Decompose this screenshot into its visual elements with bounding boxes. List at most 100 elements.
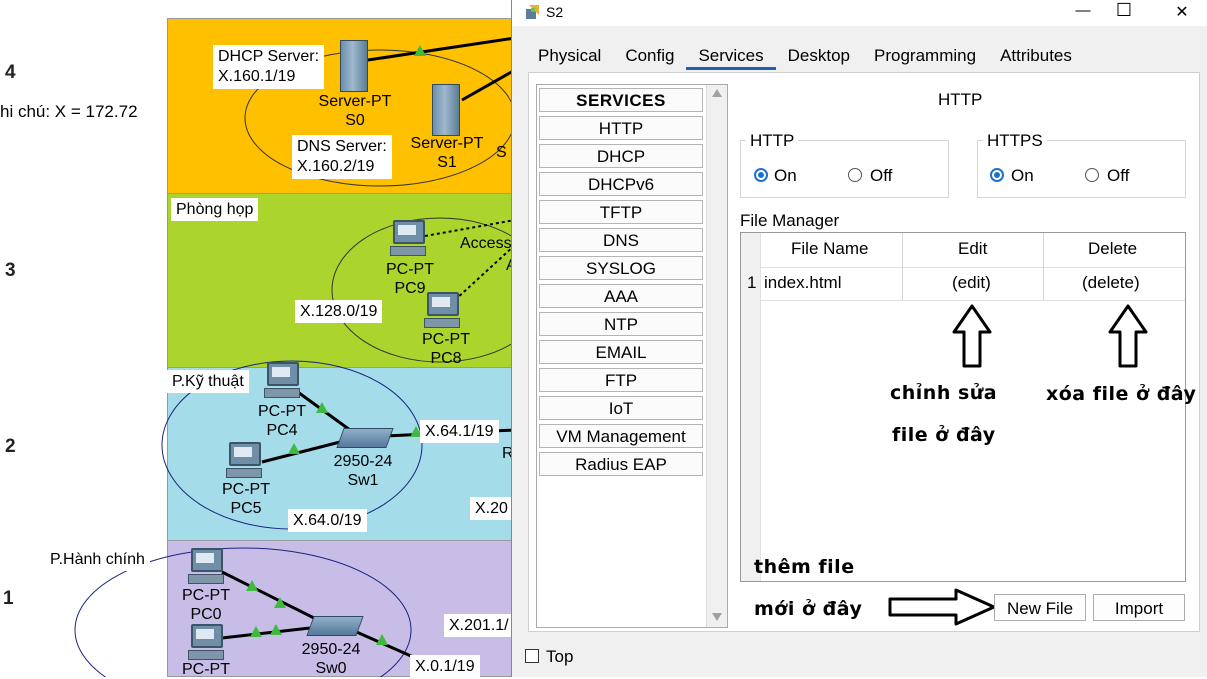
service-ntp[interactable]: NTP — [539, 312, 703, 336]
file-name-cell[interactable]: index.html — [764, 273, 841, 293]
link-status-icon — [414, 45, 426, 56]
service-ftp[interactable]: FTP — [539, 368, 703, 392]
tab-programming[interactable]: Programming — [862, 40, 988, 70]
scroll-up-icon[interactable] — [712, 89, 722, 97]
file-manager-table: File Name Edit Delete 1 index.html (edit… — [740, 232, 1186, 582]
service-iot[interactable]: IoT — [539, 396, 703, 420]
link-status-icon — [376, 634, 388, 645]
up-arrow-icon — [952, 304, 992, 368]
service-syslog[interactable]: SYSLOG — [539, 256, 703, 280]
service-dns[interactable]: DNS — [539, 228, 703, 252]
server-s1-icon[interactable] — [432, 84, 460, 136]
dhcp-server-label: DHCP Server: X.160.1/19 — [213, 45, 325, 89]
tab-config[interactable]: Config — [613, 40, 686, 70]
switch-sw1-icon[interactable] — [336, 428, 394, 448]
network-20-partial-label: X.20 — [470, 497, 513, 520]
link-status-icon — [270, 624, 282, 635]
top-checkbox[interactable] — [525, 649, 539, 663]
https-off-radio[interactable] — [1085, 168, 1099, 182]
https-off-label: Off — [1107, 166, 1130, 185]
up-arrow-icon — [1108, 304, 1148, 368]
service-radius-eap[interactable]: Radius EAP — [539, 452, 703, 476]
title-bar[interactable]: S2 — ☐ ✕ — [512, 0, 1207, 26]
column-header-delete: Delete — [1088, 239, 1138, 258]
link-status-icon — [246, 580, 258, 591]
services-scrollbar[interactable] — [706, 85, 727, 627]
http-off-radio[interactable] — [848, 168, 862, 182]
network-64-label: X.64.0/19 — [288, 509, 367, 532]
annotation-new-line2: mới ở đây — [754, 598, 863, 620]
window-title: S2 — [546, 4, 564, 20]
server-s2-partial-label: S — [496, 144, 507, 161]
maximize-button[interactable]: ☐ — [1109, 0, 1139, 21]
server-s1-label: Server-PT S1 — [410, 135, 484, 171]
pc5-icon[interactable] — [226, 442, 262, 482]
service-dhcp[interactable]: DHCP — [539, 144, 703, 168]
switch-sw0-icon[interactable] — [306, 616, 364, 636]
service-aaa[interactable]: AAA — [539, 284, 703, 308]
annotation-edit-line1: chỉnh sửa — [890, 382, 998, 404]
switch-sw0-label: 2950-24 Sw0 — [301, 641, 361, 677]
pc4-icon[interactable] — [264, 362, 300, 402]
link-status-icon — [288, 443, 300, 454]
http-group-label: HTTP — [746, 131, 799, 151]
room-meeting-label: Phòng họp — [171, 198, 259, 221]
access-point-partial-label: Access — [460, 235, 512, 252]
service-http[interactable]: HTTP — [539, 116, 703, 140]
pc-partial-label: PC-PT — [182, 661, 230, 678]
service-email[interactable]: EMAIL — [539, 340, 703, 364]
pc8-icon[interactable] — [424, 292, 460, 332]
link-status-icon — [316, 402, 328, 413]
https-group-label: HTTPS — [983, 131, 1047, 151]
tab-attributes[interactable]: Attributes — [988, 40, 1084, 70]
right-arrow-icon — [888, 588, 996, 626]
service-dhcpv6[interactable]: DHCPv6 — [539, 172, 703, 196]
server-s0-label: Server-PT S0 — [318, 93, 392, 129]
delete-file-link[interactable]: (delete) — [1082, 273, 1140, 293]
top-checkbox-label: Top — [546, 647, 574, 666]
app-icon — [526, 5, 539, 19]
link-status-icon — [274, 597, 286, 608]
pc9-icon[interactable] — [390, 220, 426, 260]
column-header-file-name: File Name — [791, 239, 869, 258]
dns-server-label: DNS Server: X.160.2/19 — [292, 135, 392, 179]
tab-physical[interactable]: Physical — [526, 40, 613, 70]
gateway-64-label: X.64.1/19 — [420, 420, 499, 443]
http-off-label: Off — [870, 166, 893, 185]
tab-services[interactable]: Services — [686, 40, 776, 70]
server-s0-icon[interactable] — [340, 40, 368, 92]
pc5-label: PC-PT PC5 — [222, 481, 270, 517]
room-tech-label: P.Kỹ thuật — [167, 370, 249, 393]
row-index: 1 — [747, 273, 757, 292]
column-divider — [1043, 233, 1044, 301]
edit-file-link[interactable]: (edit) — [952, 273, 991, 293]
device-window: S2 — ☐ ✕ Physical Config Services Deskto… — [511, 0, 1207, 677]
column-header-edit: Edit — [958, 239, 988, 258]
annotation-new-line1: thêm file — [754, 556, 855, 578]
import-button[interactable]: Import — [1093, 594, 1185, 621]
tab-bar: Physical Config Services Desktop Program… — [526, 40, 1084, 70]
https-on-radio[interactable] — [990, 168, 1004, 182]
network-128-label: X.128.0/19 — [295, 300, 383, 323]
http-on-radio[interactable] — [754, 168, 768, 182]
annotation-delete: xóa file ở đây — [1046, 383, 1197, 405]
https-on-label: On — [1011, 166, 1034, 185]
topology-canvas: 4 3 2 1 hi chú: X = 172.72 DHCP Server: … — [0, 0, 527, 678]
section-title: HTTP — [938, 90, 983, 109]
file-manager-label: File Manager — [740, 211, 840, 230]
scroll-down-icon[interactable] — [712, 613, 722, 621]
room-admin-label: P.Hành chính — [45, 548, 150, 571]
pc-partial-icon[interactable] — [188, 624, 224, 664]
service-tftp[interactable]: TFTP — [539, 200, 703, 224]
gateway-0-label: X.0.1/19 — [410, 655, 480, 678]
table-row-border — [760, 300, 1185, 301]
pc0-icon[interactable] — [188, 548, 224, 588]
pc0-label: PC-PT PC0 — [182, 587, 230, 623]
service-vm-management[interactable]: VM Management — [539, 424, 703, 448]
column-divider — [902, 233, 903, 301]
tab-desktop[interactable]: Desktop — [776, 40, 862, 70]
new-file-button[interactable]: New File — [994, 594, 1086, 621]
close-button[interactable]: ✕ — [1167, 2, 1197, 22]
pc8-label: PC-PT PC8 — [422, 331, 470, 367]
minimize-button[interactable]: — — [1068, 2, 1098, 19]
